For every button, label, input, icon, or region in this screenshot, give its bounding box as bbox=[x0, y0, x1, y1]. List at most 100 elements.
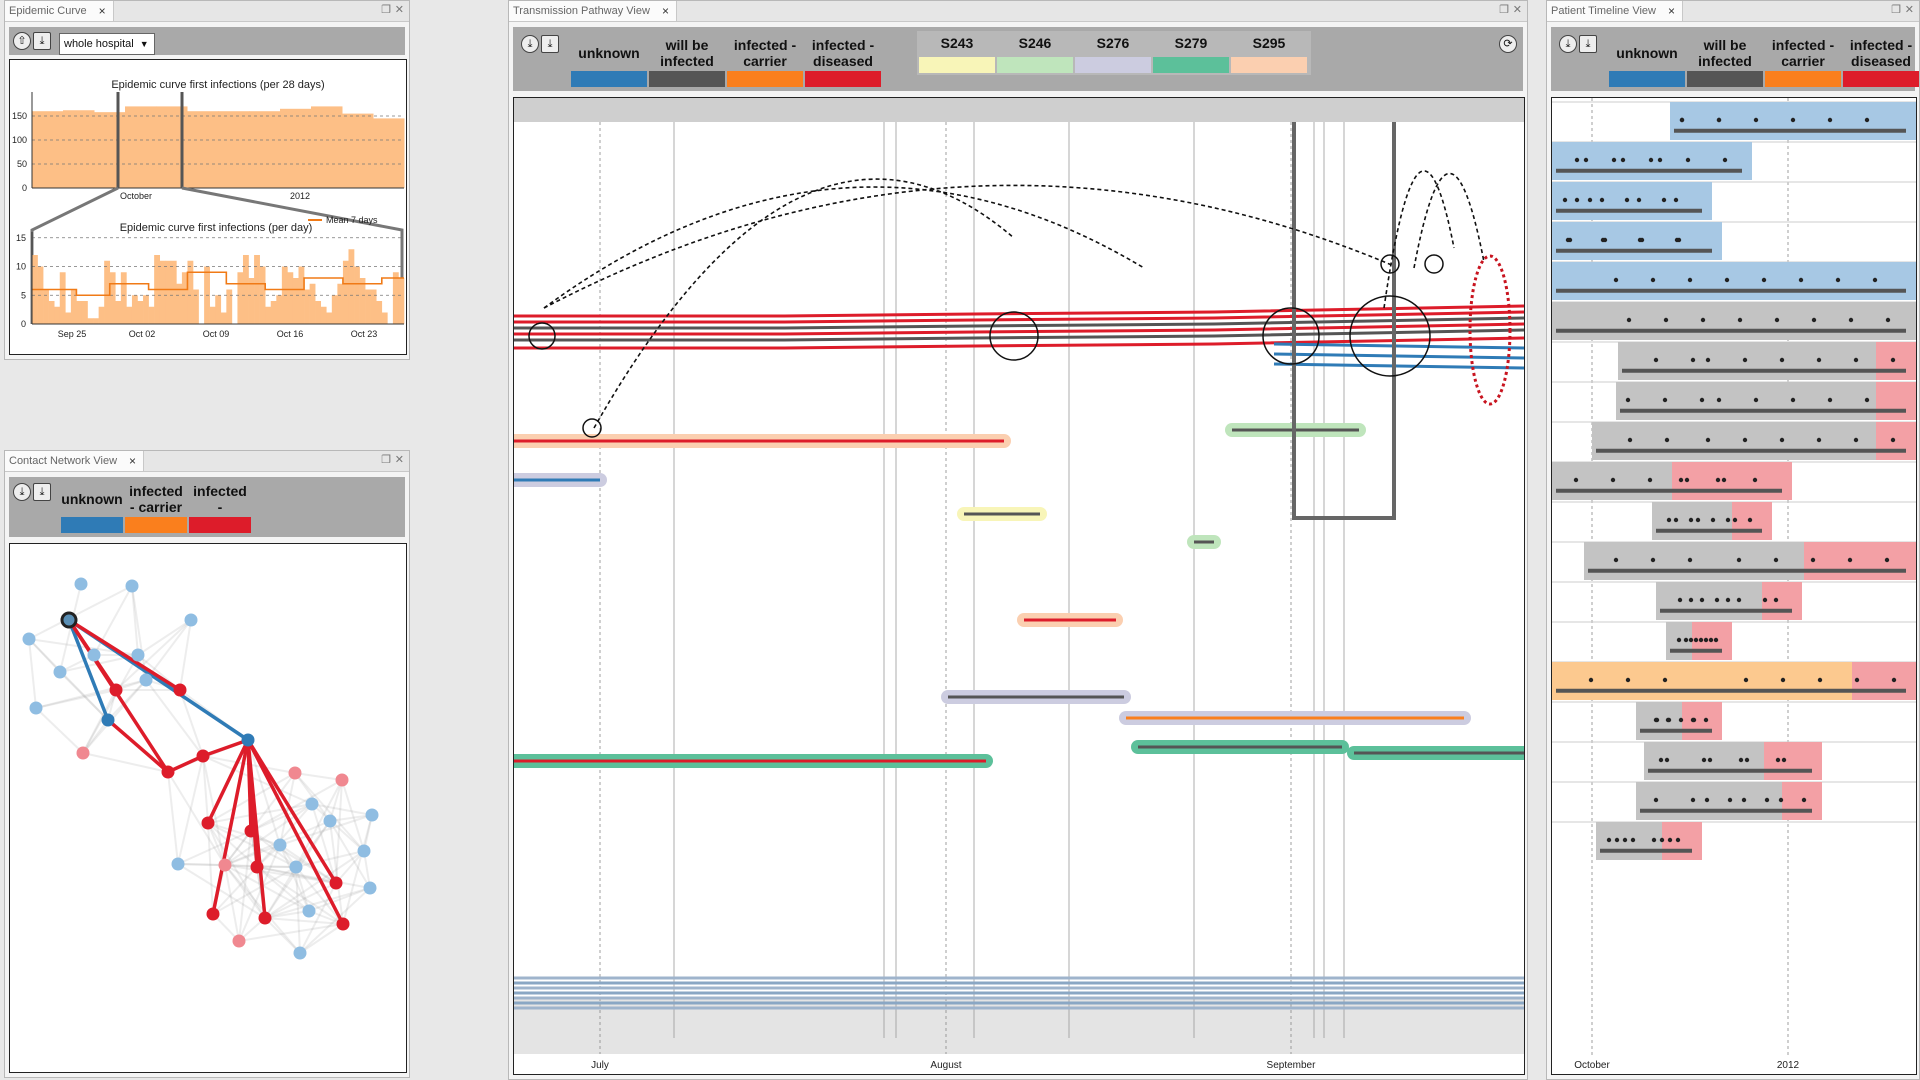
contact-event-dot[interactable] bbox=[1773, 557, 1779, 563]
contact-event-dot[interactable] bbox=[1587, 197, 1593, 203]
patient-node[interactable] bbox=[232, 934, 246, 948]
contact-event-dot[interactable] bbox=[1583, 157, 1589, 163]
bar[interactable] bbox=[304, 289, 310, 325]
contact-event-dot[interactable] bbox=[1625, 677, 1631, 683]
bar[interactable] bbox=[280, 108, 312, 188]
contact-event-dot[interactable] bbox=[1690, 797, 1696, 803]
bar[interactable] bbox=[331, 295, 338, 324]
contact-event-dot[interactable] bbox=[1864, 397, 1870, 403]
legend-station-s295[interactable]: S295 bbox=[1231, 33, 1307, 73]
contact-event-dot[interactable] bbox=[1700, 317, 1706, 323]
contact-event-dot[interactable] bbox=[1742, 437, 1748, 443]
contact-event-dot[interactable] bbox=[1705, 357, 1711, 363]
patient-node[interactable] bbox=[184, 613, 198, 627]
infected-period[interactable] bbox=[1782, 782, 1822, 820]
download-image-button[interactable]: ⤓ bbox=[541, 35, 559, 53]
patient-node[interactable] bbox=[218, 858, 232, 872]
contact-event-dot[interactable] bbox=[1687, 557, 1693, 563]
bar[interactable] bbox=[311, 106, 343, 188]
contact-event-dot[interactable] bbox=[1639, 237, 1645, 243]
contact-event-dot[interactable] bbox=[1677, 597, 1683, 603]
patient-node[interactable] bbox=[131, 648, 145, 662]
patient-node[interactable] bbox=[293, 946, 307, 960]
infected-period[interactable] bbox=[1732, 502, 1772, 540]
patient-node[interactable] bbox=[139, 673, 153, 687]
transmission-canvas[interactable]: July August September bbox=[513, 97, 1525, 1075]
bar[interactable] bbox=[226, 289, 233, 325]
patient-node[interactable] bbox=[196, 749, 210, 763]
patient-node[interactable] bbox=[335, 773, 349, 787]
bar[interactable] bbox=[170, 260, 177, 324]
bar[interactable] bbox=[120, 272, 127, 324]
close-icon[interactable]: × bbox=[129, 451, 136, 471]
contact-event-dot[interactable] bbox=[1884, 557, 1890, 563]
bar[interactable] bbox=[81, 301, 88, 324]
contact-event-dot[interactable] bbox=[1854, 677, 1860, 683]
patient-node[interactable] bbox=[289, 860, 303, 874]
maximize-icon[interactable]: ❐ bbox=[381, 453, 391, 466]
contact-event-dot[interactable] bbox=[1721, 477, 1727, 483]
legend-station-s279[interactable]: S279 bbox=[1153, 33, 1229, 73]
contact-event-dot[interactable] bbox=[1753, 397, 1759, 403]
contact-event-dot[interactable] bbox=[1574, 197, 1580, 203]
contact-event-dot[interactable] bbox=[1736, 597, 1742, 603]
bar[interactable] bbox=[381, 312, 388, 325]
contact-event-dot[interactable] bbox=[1835, 277, 1841, 283]
contact-event-dot[interactable] bbox=[1687, 277, 1693, 283]
contact-event-dot[interactable] bbox=[1688, 637, 1694, 643]
contact-event-dot[interactable] bbox=[1648, 157, 1654, 163]
download-button[interactable]: ⤓ bbox=[521, 35, 539, 53]
contact-event-dot[interactable] bbox=[1707, 757, 1713, 763]
contact-event-dot[interactable] bbox=[1664, 757, 1670, 763]
bar[interactable] bbox=[65, 312, 72, 325]
bar[interactable] bbox=[270, 301, 277, 324]
contact-event-dot[interactable] bbox=[1872, 277, 1878, 283]
infected-period[interactable] bbox=[1852, 662, 1916, 700]
bar[interactable] bbox=[370, 289, 377, 325]
close-icon[interactable]: × bbox=[1668, 1, 1675, 21]
legend-station-s246[interactable]: S246 bbox=[997, 33, 1073, 73]
contact-event-dot[interactable] bbox=[1773, 597, 1779, 603]
contact-event-dot[interactable] bbox=[1736, 557, 1742, 563]
tab-epidemic-curve[interactable]: Epidemic Curve × bbox=[5, 1, 114, 21]
bar[interactable] bbox=[237, 272, 244, 324]
bar[interactable] bbox=[187, 260, 194, 324]
bar[interactable] bbox=[342, 260, 349, 324]
contact-event-dot[interactable] bbox=[1714, 597, 1720, 603]
infected-period[interactable] bbox=[1876, 342, 1916, 380]
contact-event-dot[interactable] bbox=[1651, 837, 1657, 843]
contact-event-dot[interactable] bbox=[1693, 637, 1699, 643]
contact-event-dot[interactable] bbox=[1625, 397, 1631, 403]
infection-event-circle[interactable] bbox=[1424, 254, 1444, 274]
bar[interactable] bbox=[326, 312, 333, 325]
contact-event-dot[interactable] bbox=[1599, 197, 1605, 203]
contact-event-dot[interactable] bbox=[1675, 837, 1681, 843]
contact-event-dot[interactable] bbox=[1573, 477, 1579, 483]
bar[interactable] bbox=[165, 260, 172, 324]
contact-event-dot[interactable] bbox=[1699, 597, 1705, 603]
contact-event-dot[interactable] bbox=[1744, 757, 1750, 763]
bar[interactable] bbox=[342, 113, 374, 188]
infected-period[interactable] bbox=[1672, 462, 1792, 500]
patient-node[interactable] bbox=[22, 632, 36, 646]
contact-event-dot[interactable] bbox=[1662, 397, 1668, 403]
maximize-icon[interactable]: ❐ bbox=[1499, 3, 1509, 16]
contact-event-dot[interactable] bbox=[1673, 517, 1679, 523]
close-window-icon[interactable]: ✕ bbox=[1905, 3, 1914, 16]
contact-event-dot[interactable] bbox=[1699, 397, 1705, 403]
contact-event-dot[interactable] bbox=[1626, 317, 1632, 323]
contact-event-dot[interactable] bbox=[1622, 837, 1628, 843]
patient-stay-bar[interactable] bbox=[1552, 222, 1722, 260]
patient-node[interactable] bbox=[323, 814, 337, 828]
contact-event-dot[interactable] bbox=[1790, 397, 1796, 403]
contact-event-dot[interactable] bbox=[1664, 437, 1670, 443]
contact-event-dot[interactable] bbox=[1688, 517, 1694, 523]
contact-event-dot[interactable] bbox=[1690, 357, 1696, 363]
patient-node[interactable] bbox=[241, 733, 255, 747]
bar[interactable] bbox=[218, 111, 250, 188]
bar[interactable] bbox=[376, 301, 383, 324]
contact-event-dot[interactable] bbox=[1827, 117, 1833, 123]
download-image-button[interactable]: ⤓ bbox=[1579, 35, 1597, 53]
contact-event-dot[interactable] bbox=[1657, 157, 1663, 163]
transmission-pathway-graph[interactable]: July August September bbox=[514, 98, 1524, 1074]
